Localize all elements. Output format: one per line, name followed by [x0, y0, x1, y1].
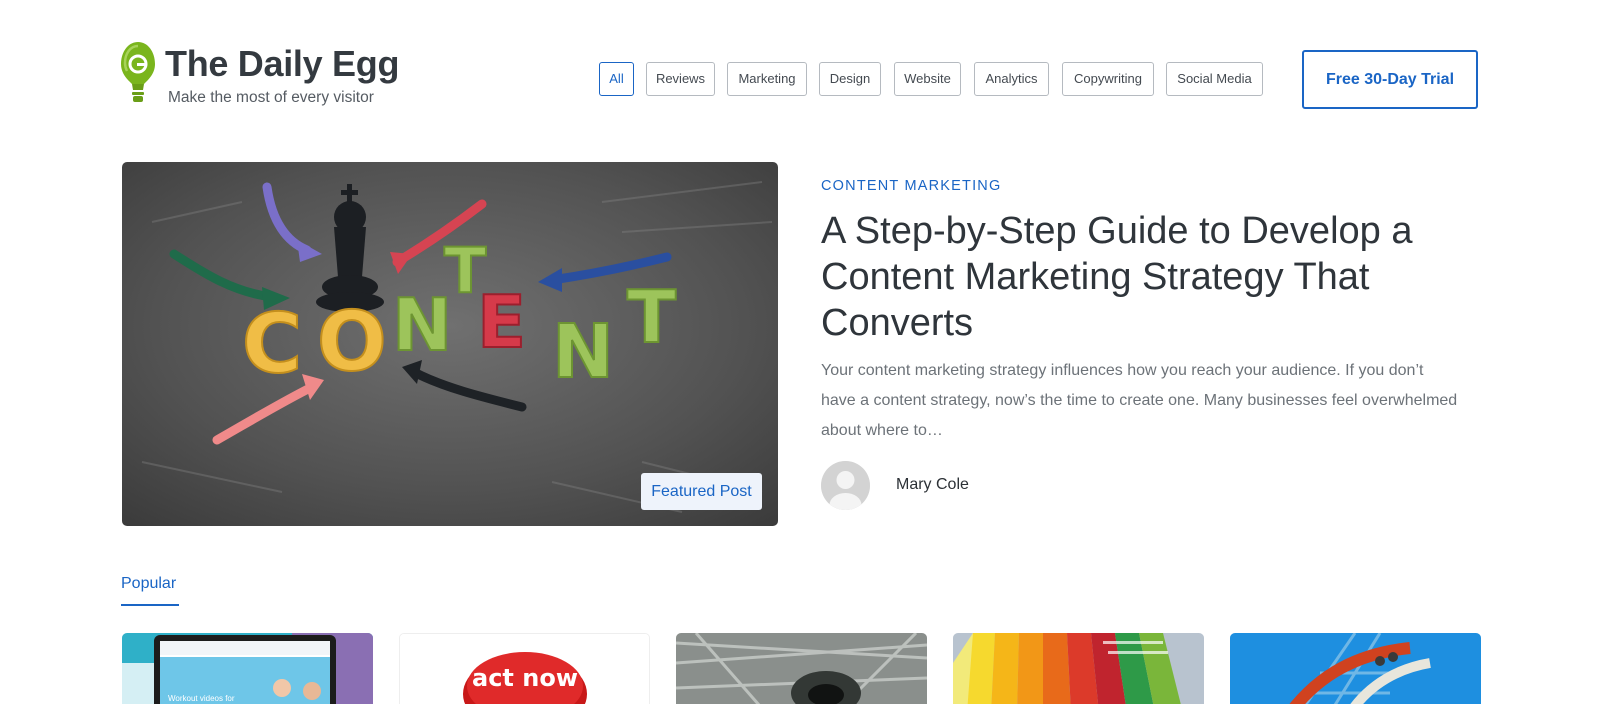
site-tagline: Make the most of every visitor: [168, 89, 374, 106]
nav-pill-marketing[interactable]: Marketing: [727, 62, 807, 96]
laptop-website-thumbnail: Workout videos for: [122, 633, 373, 704]
act-now-button-thumbnail: act now: [400, 634, 649, 704]
nav-pill-website[interactable]: Website: [894, 62, 961, 96]
featured-post-excerpt: Your content marketing strategy influenc…: [821, 362, 1458, 439]
free-trial-button[interactable]: Free 30-Day Trial: [1302, 50, 1478, 109]
color-swatch-fan-thumbnail: [953, 633, 1204, 704]
svg-text:T: T: [627, 275, 676, 359]
site-logo[interactable]: The Daily Egg Make the most of every vis…: [120, 40, 399, 110]
author-name[interactable]: Mary Cole: [896, 476, 969, 494]
svg-text:E: E: [477, 280, 526, 364]
tab-active-underline: [121, 604, 179, 606]
featured-post-badge[interactable]: Featured Post: [641, 473, 762, 510]
site-title: The Daily Egg: [165, 43, 400, 84]
content-letters-photo: C O N T E N T: [122, 162, 778, 526]
popular-card-act-now[interactable]: act now: [399, 633, 650, 704]
featured-post-image[interactable]: C O N T E N T: [122, 162, 778, 526]
popular-card-money-vortex[interactable]: [676, 633, 927, 704]
nav-pill-social-media[interactable]: Social Media: [1166, 62, 1263, 96]
lightbulb-egg-logo-icon: [121, 42, 155, 102]
author-avatar[interactable]: [821, 461, 870, 510]
roller-coaster-thumbnail: [1230, 633, 1481, 704]
featured-post-title[interactable]: A Step-by-Step Guide to Develop a Conten…: [821, 208, 1471, 346]
tab-popular[interactable]: Popular: [121, 575, 176, 593]
money-vortex-thumbnail: [676, 633, 927, 704]
svg-text:C: C: [242, 297, 302, 392]
nav-pill-analytics[interactable]: Analytics: [974, 62, 1049, 96]
popular-card-color-swatches[interactable]: [953, 633, 1204, 704]
svg-text:O: O: [317, 295, 387, 390]
popular-card-roller-coaster[interactable]: [1230, 633, 1481, 704]
nav-pill-design[interactable]: Design: [819, 62, 881, 96]
card-caption-text: Workout videos for: [168, 694, 235, 703]
nav-pill-all[interactable]: All: [599, 62, 634, 96]
post-category-link[interactable]: CONTENT MARKETING: [821, 178, 1001, 194]
popular-card-fitness-website[interactable]: Workout videos for: [122, 633, 373, 704]
svg-text:N: N: [552, 309, 614, 395]
card-caption-text: act now: [472, 664, 578, 692]
nav-pill-reviews[interactable]: Reviews: [646, 62, 715, 96]
nav-pill-copywriting[interactable]: Copywriting: [1062, 62, 1154, 96]
user-placeholder-icon: [821, 461, 870, 510]
